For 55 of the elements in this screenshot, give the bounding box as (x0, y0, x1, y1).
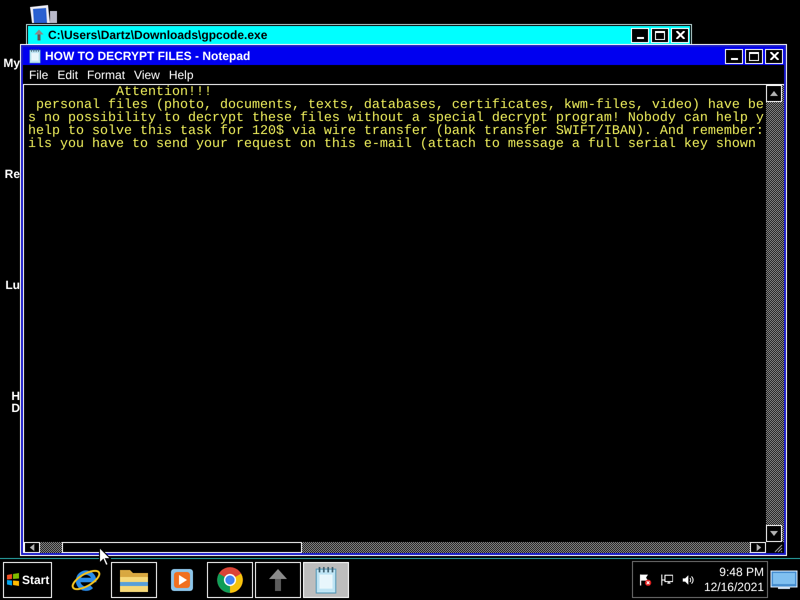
round-logo-icon (216, 566, 244, 594)
text-line: Attention!!! (116, 86, 212, 99)
text-line: s no possibility to decrypt these files without a special decrypt program! Nobody can help y (28, 112, 764, 125)
desktop-icon-label[interactable]: My (3, 57, 20, 69)
close-icon (770, 52, 778, 60)
text-line: personal files (photo, documents, texts, databases, certificates, kwm-files, video) have be (34, 99, 764, 112)
close-icon (676, 31, 684, 39)
menu-item[interactable]: File (25, 66, 52, 82)
desktop-icon-label[interactable]: Re (4, 168, 20, 180)
maximize-icon (749, 52, 759, 60)
maximize-button[interactable] (745, 48, 763, 64)
scroll-down-button[interactable] (766, 525, 782, 542)
flag-error-icon[interactable] (639, 572, 652, 588)
clock-time[interactable]: 9:48 PM (719, 564, 764, 580)
network-icon[interactable] (660, 572, 674, 588)
up-arrow-icon (33, 28, 45, 42)
flag-logo-icon (6, 573, 20, 586)
close-button[interactable] (765, 48, 783, 64)
menu-item[interactable]: View (130, 66, 164, 82)
scrollbar-thumb[interactable] (62, 542, 302, 553)
taskbar-button[interactable] (207, 562, 254, 598)
text-line: ils you have to send your request on this e-mail (attach to message a full serial key shown (28, 138, 756, 151)
taskbar-button[interactable] (303, 562, 350, 598)
minimize-button[interactable] (631, 28, 649, 42)
start-button[interactable]: Start (3, 562, 52, 598)
minimize-icon (636, 36, 644, 38)
window-title: HOW TO DECRYPT FILES - Notepad (45, 49, 252, 63)
maximize-button[interactable] (651, 28, 669, 42)
monitor-icon[interactable] (770, 570, 798, 590)
vertical-scrollbar[interactable] (766, 85, 784, 542)
text-line: help to solve this task for 120$ via wire transfer (bank transfer SWIFT/IBAN). And remember: (28, 125, 764, 138)
maximize-icon (655, 30, 665, 40)
taskbar-button[interactable] (255, 562, 302, 598)
desktop-icon-label[interactable]: H D (11, 390, 20, 414)
play-icon (170, 568, 194, 592)
scroll-up-button[interactable] (766, 85, 782, 102)
menu-item[interactable]: Edit (53, 66, 82, 82)
window-title: C:\Users\Dartz\Downloads\gpcode.exe (48, 28, 268, 42)
notepad-icon (313, 564, 340, 594)
minimize-button[interactable] (725, 48, 743, 64)
desktop-icon-label[interactable]: Lu (5, 279, 20, 291)
caret-up-icon (768, 89, 780, 98)
notepad-icon (28, 48, 42, 64)
minimize-icon (730, 58, 738, 60)
close-button[interactable] (671, 28, 689, 42)
menu-item[interactable]: Help (164, 66, 198, 82)
scroll-right-button[interactable] (750, 542, 766, 553)
title-bar[interactable]: C:\Users\Dartz\Downloads\gpcode.exe (28, 26, 690, 44)
clock-date[interactable]: 12/16/2021 (704, 580, 764, 594)
horizontal-scrollbar[interactable] (24, 542, 766, 553)
scroll-left-button[interactable] (24, 542, 40, 553)
taskbar-button[interactable] (111, 562, 158, 598)
caret-down-icon (768, 529, 780, 538)
title-bar[interactable]: HOW TO DECRYPT FILES - Notepad (23, 47, 784, 65)
menu-item[interactable]: Format (83, 66, 130, 82)
